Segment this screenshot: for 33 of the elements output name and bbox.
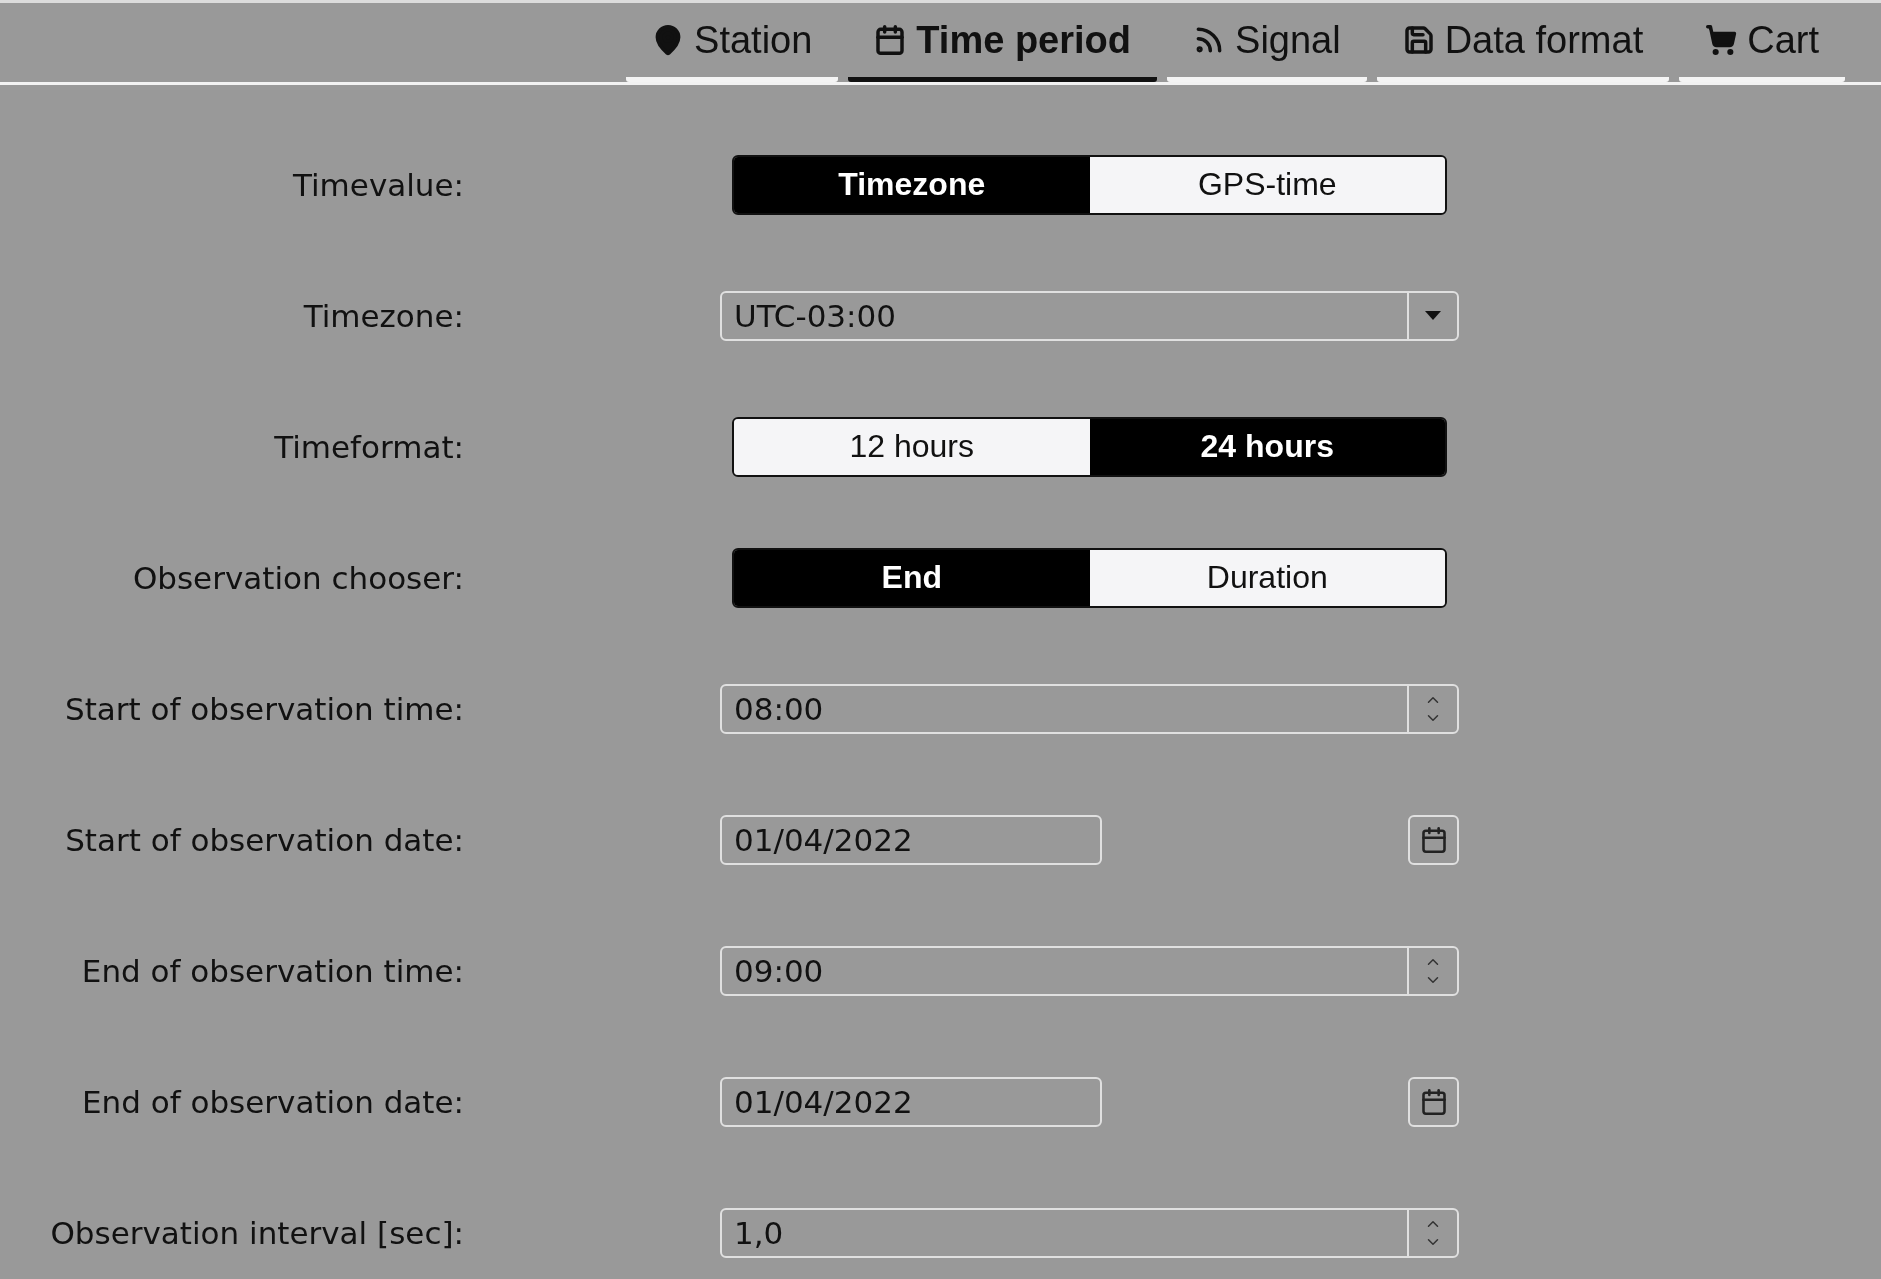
field-label: End of observation date: [80, 1083, 464, 1120]
calendar-button[interactable] [1408, 814, 1459, 865]
calendar-icon [1419, 825, 1448, 854]
toggle-option[interactable]: Duration [1089, 549, 1445, 606]
spinner-field[interactable]: 08:00 [720, 683, 1459, 734]
spinner-field[interactable]: 1,0 [720, 1207, 1459, 1258]
toggle-option[interactable]: Timezone [734, 156, 1090, 213]
spinner-field[interactable]: 09:00 [720, 945, 1459, 996]
tab[interactable]: Data format [1376, 3, 1670, 82]
calendar-button[interactable] [1408, 1076, 1459, 1127]
tab[interactable]: Cart [1679, 3, 1845, 82]
field-label: Observation interval [sec]: [49, 1214, 464, 1251]
field-label: Start of observation date: [64, 821, 464, 858]
select-field[interactable]: UTC-03:00 [720, 290, 1459, 341]
toggle-option[interactable]: End [734, 549, 1090, 606]
field-label: Timevalue: [292, 166, 464, 203]
calendar-icon [874, 24, 907, 56]
date-field[interactable]: 01/04/2022 [720, 1076, 1102, 1127]
field-label: Start of observation time: [64, 690, 464, 727]
field-label: Timeformat: [273, 428, 464, 465]
calendar-icon [1419, 1087, 1448, 1116]
toggle-option[interactable]: 12 hours [734, 418, 1090, 475]
tab[interactable]: Station [626, 3, 839, 82]
tab[interactable]: Time period [848, 3, 1158, 82]
field-label: Observation chooser: [131, 559, 464, 596]
field-label: End of observation time: [80, 952, 464, 989]
field-label: Timezone: [302, 297, 464, 334]
caret-icon [1425, 311, 1441, 320]
toggle-option[interactable]: GPS-time [1089, 156, 1445, 213]
date-field[interactable]: 01/04/2022 [720, 814, 1102, 865]
cart-icon [1705, 24, 1738, 56]
toggle-option[interactable]: 24 hours [1089, 418, 1445, 475]
tab[interactable]: Signal [1167, 3, 1367, 82]
